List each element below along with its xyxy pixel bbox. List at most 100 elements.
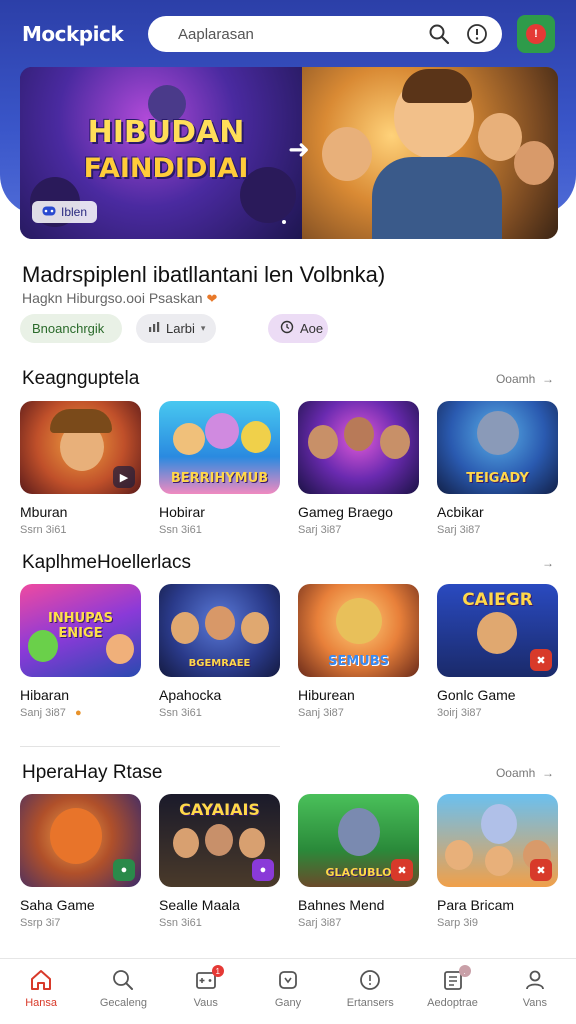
profile-button[interactable]: !: [517, 15, 555, 53]
chevron-down-icon: ▾: [200, 323, 206, 333]
game-thumbnail[interactable]: GLACUBLO ✖: [298, 794, 419, 887]
nav-label: Vans: [522, 997, 547, 1009]
game-name: Para Bricam: [437, 897, 515, 913]
game-thumbnail[interactable]: INHUPAS ENIGE: [20, 584, 141, 677]
search-bar[interactable]: Aaplarasan: [148, 16, 502, 52]
section-see-more[interactable]: Ooamh →: [496, 766, 554, 780]
nav-label: Gecaleng: [99, 997, 147, 1009]
banner-title-line1: HIBUDAN: [87, 115, 245, 150]
game-card[interactable]: ● Saha Game Ssrp 3i7: [20, 794, 141, 929]
apps-icon: [276, 968, 300, 992]
character-face: [205, 413, 239, 449]
chip-category[interactable]: Bnoanchrgik: [20, 314, 122, 343]
arrow-right-icon: →: [538, 766, 554, 780]
chip-age[interactable]: Aoe: [268, 314, 328, 343]
game-thumbnail[interactable]: BGEMRAEE: [159, 584, 280, 677]
game-thumbnail[interactable]: BERRIHYMUB: [159, 401, 280, 494]
game-meta: Sarj 3i87: [437, 524, 481, 536]
close-icon: ✖: [530, 859, 552, 881]
game-thumbnail[interactable]: ✖: [437, 794, 558, 887]
game-card[interactable]: CAYAIAIS ● Sealle Maala Ssn 3i61: [159, 794, 280, 929]
section-see-more[interactable]: →: [539, 556, 554, 570]
game-card[interactable]: GLACUBLO ✖ Bahnes Mend Sarj 3i87: [298, 794, 419, 929]
fire-icon: ●: [68, 707, 82, 719]
nav-item-profile[interactable]: Vans: [494, 959, 576, 1024]
section-title: HperaHay Rtase: [22, 762, 163, 783]
banner-hero-hair: [402, 69, 472, 103]
game-name: Gonlc Game: [437, 687, 516, 703]
thumbnail-title: SEMUBS: [327, 654, 389, 669]
game-card[interactable]: ✖ Para Bricam Sarp 3i9: [437, 794, 558, 929]
game-meta: Ssn 3i61: [159, 917, 202, 929]
character-face: [380, 425, 410, 459]
game-card[interactable]: CAIEGR ✖ Gonlc Game 3oirj 3i87: [437, 584, 558, 719]
bar-chart-icon: [148, 321, 160, 336]
close-icon: ✖: [530, 649, 552, 671]
character-face: [481, 804, 517, 844]
search-icon: [111, 968, 135, 992]
banner-right-art: [302, 67, 558, 239]
game-card[interactable]: BGEMRAEE Apahocka Ssn 3i61: [159, 584, 280, 719]
search-icon[interactable]: [428, 23, 450, 45]
page-title: Madrspiplenl ibatllantani len Volbnka): [22, 262, 386, 287]
game-name: Sealle Maala: [159, 897, 240, 913]
bottom-nav: Hansa Gecaleng 1 Vaus Gany Ertansers . A…: [0, 958, 576, 1024]
banner-tag[interactable]: Iblen: [32, 201, 98, 223]
thumbnail-title: INHUPAS ENIGE: [48, 611, 113, 641]
carousel-indicator[interactable]: [282, 220, 286, 224]
nav-item-search[interactable]: Gecaleng: [82, 959, 164, 1024]
section-divider: [20, 746, 280, 747]
app-header: Mockpick Aaplarasan !: [0, 0, 576, 68]
game-card[interactable]: INHUPAS ENIGE Hibaran Sanj 3i87 ●: [20, 584, 141, 719]
game-card[interactable]: SEMUBS Hiburean Sanj 3i87: [298, 584, 419, 719]
game-card[interactable]: ▶ Mburan Ssrn 3i61: [20, 401, 141, 536]
game-thumbnail[interactable]: ●: [20, 794, 141, 887]
clock-icon: [280, 320, 294, 337]
game-card[interactable]: TEIGADY Acbikar Sarj 3i87: [437, 401, 558, 536]
game-thumbnail[interactable]: [298, 401, 419, 494]
section-see-more[interactable]: Ooamh →: [496, 372, 554, 386]
game-thumbnail[interactable]: ▶: [20, 401, 141, 494]
game-name: Acbikar: [437, 504, 484, 520]
app-logo[interactable]: Mockpick: [22, 22, 142, 46]
see-more-label: Ooamh: [495, 372, 536, 386]
promo-banner[interactable]: HIBUDAN FAINDIDIAI Iblen ➜: [20, 67, 558, 239]
character-face: [241, 612, 269, 644]
nav-item-home[interactable]: Hansa: [0, 959, 82, 1024]
info-icon[interactable]: [466, 23, 488, 45]
game-thumbnail[interactable]: TEIGADY: [437, 401, 558, 494]
game-row: ▶ Mburan Ssrn 3i61 BERRIHYMUB Hobirar Ss…: [20, 401, 558, 536]
arrow-right-icon[interactable]: ➜: [288, 135, 316, 163]
nav-item-explore[interactable]: Ertansers: [329, 959, 411, 1024]
game-thumbnail[interactable]: CAIEGR ✖: [437, 584, 558, 677]
thumbnail-title: TEIGADY: [466, 471, 529, 486]
character-face: [50, 808, 102, 864]
close-icon: ✖: [391, 859, 413, 881]
gamepad-icon: ●: [113, 859, 135, 881]
game-row: ● Saha Game Ssrp 3i7 CAYAIAIS ● Sealle M…: [20, 794, 558, 929]
search-input[interactable]: Aaplarasan: [178, 26, 412, 43]
banner-tag-label: Iblen: [61, 205, 88, 219]
section-title: Keagnguptela: [22, 368, 140, 389]
game-card[interactable]: BERRIHYMUB Hobirar Ssn 3i61: [159, 401, 280, 536]
nav-item-news[interactable]: . Aedoptrae: [411, 959, 493, 1024]
chip-sort[interactable]: Larbi ▾: [136, 314, 216, 343]
thumbnail-title: CAIEGR: [462, 590, 533, 610]
nav-item-games[interactable]: 1 Vaus: [165, 959, 247, 1024]
game-meta-text: Sanj 3i87: [20, 707, 66, 719]
game-name: Hibaran: [20, 687, 141, 703]
banner-friend: [514, 141, 554, 185]
arrow-right-icon: →: [538, 556, 554, 570]
character-face: [477, 612, 517, 654]
game-name: Mburan: [20, 504, 68, 520]
nav-label: Hansa: [25, 997, 58, 1009]
game-thumbnail[interactable]: CAYAIAIS ●: [159, 794, 280, 887]
game-thumbnail[interactable]: SEMUBS: [298, 584, 419, 677]
subtitle-text: Hagkn Hiburgso.ooi Psaskan: [22, 290, 203, 306]
game-name: Gameg Braego: [298, 504, 393, 520]
game-meta: Ssrp 3i7: [20, 917, 61, 929]
game-card[interactable]: Gameg Braego Sarj 3i87: [298, 401, 419, 536]
character-face: [477, 411, 519, 455]
banner-hero-jacket: [372, 157, 502, 239]
nav-item-apps[interactable]: Gany: [247, 959, 329, 1024]
